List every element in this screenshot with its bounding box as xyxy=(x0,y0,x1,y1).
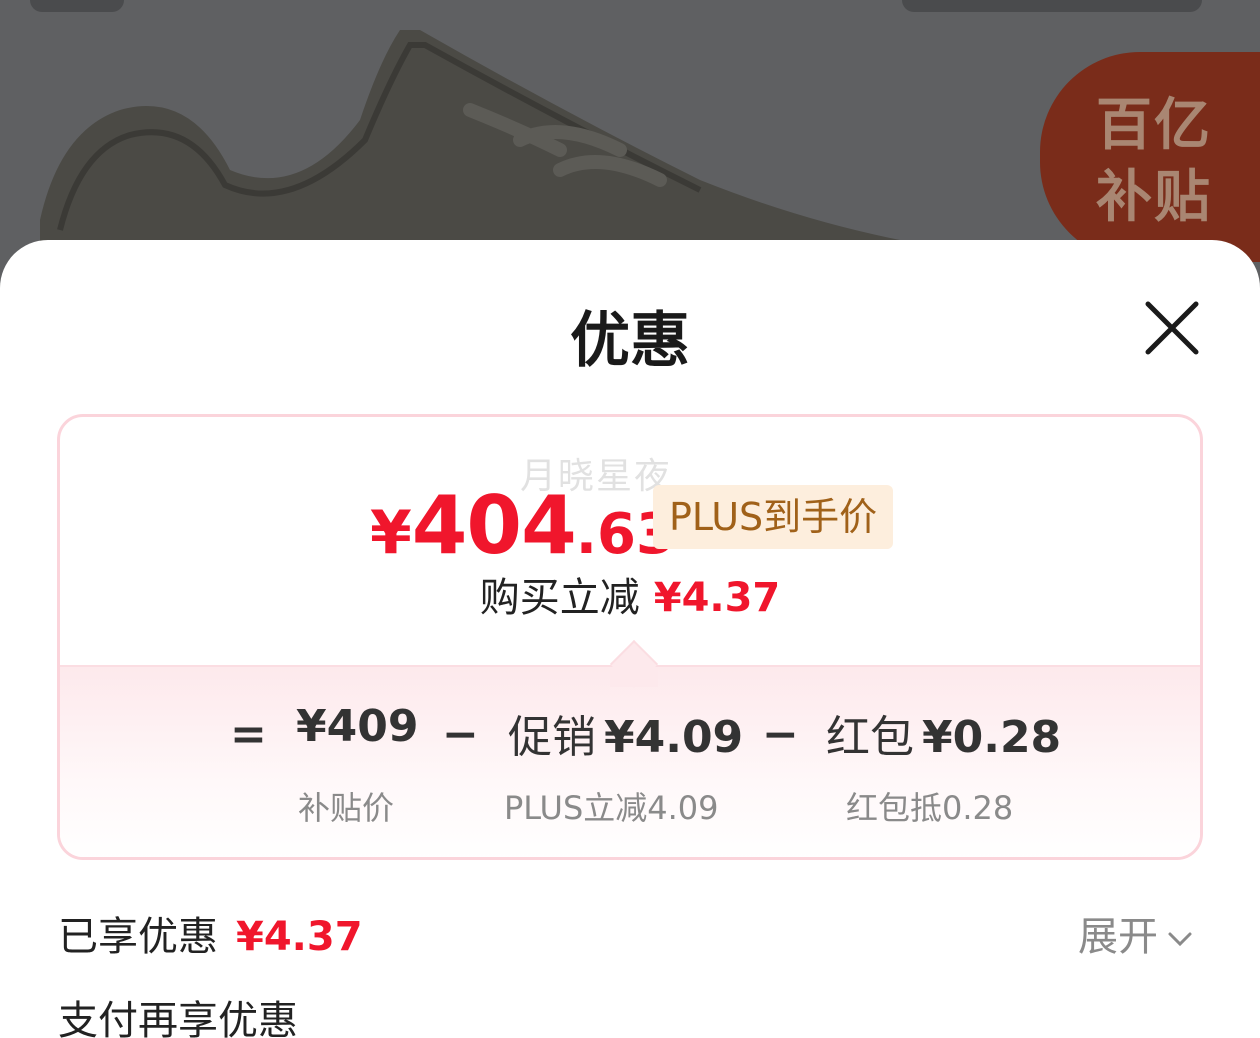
minus-sign-1: − xyxy=(442,709,479,760)
enjoyed-discount-row: 已享优惠 ¥4.37 xyxy=(58,904,363,962)
chevron-down-icon xyxy=(1168,932,1192,947)
plus-price-tag: PLUS到手价 xyxy=(653,485,894,549)
promo-label: PLUS立减4.09 xyxy=(504,789,719,827)
final-price-currency: ¥ xyxy=(370,498,412,568)
close-button[interactable] xyxy=(1140,296,1204,360)
top-right-toolbar[interactable] xyxy=(902,0,1202,12)
redpack-amount: 红包 ¥0.28 xyxy=(826,701,1061,765)
discount-sheet: 优惠 月晓星夜 ¥404.63 PLUS到手价 购买立减 ¥4.37 = ¥409… xyxy=(0,240,1260,1038)
sheet-title: 优惠 xyxy=(570,306,690,376)
price-card: 月晓星夜 ¥404.63 PLUS到手价 购买立减 ¥4.37 = ¥409 补贴… xyxy=(57,414,1203,860)
enjoyed-discount-label: 已享优惠 xyxy=(58,914,218,960)
final-price-row: ¥404.63 PLUS到手价 xyxy=(60,479,1200,572)
expand-label: 展开 xyxy=(1078,914,1158,960)
subsidy-badge: 百亿 补贴 xyxy=(1040,52,1260,262)
final-price: ¥404.63 xyxy=(370,479,675,572)
subsidy-badge-line1: 百亿 xyxy=(1096,93,1212,158)
minus-sign-2: − xyxy=(762,709,799,760)
close-icon xyxy=(1145,301,1199,355)
redpack-value: ¥0.28 xyxy=(922,712,1062,763)
final-price-integer: 404 xyxy=(411,479,577,572)
subsidy-badge-line2: 补贴 xyxy=(1096,165,1212,230)
enjoyed-discount-amount: ¥4.37 xyxy=(236,914,363,960)
promo-prefix: 促销 xyxy=(508,712,596,763)
purchase-reduce-amount: ¥4.37 xyxy=(653,575,781,621)
base-label: 补贴价 xyxy=(298,789,395,827)
equals-sign: = xyxy=(230,709,267,760)
promo-amount: 促销 ¥4.09 xyxy=(508,701,743,765)
pay-discount-row: 支付再享优惠 xyxy=(58,998,298,1038)
base-amount: ¥409 xyxy=(296,701,419,752)
purchase-reduce-row: 购买立减 ¥4.37 xyxy=(60,565,1200,623)
redpack-label: 红包抵0.28 xyxy=(846,789,1014,827)
expand-button[interactable]: 展开 xyxy=(1078,904,1194,962)
redpack-prefix: 红包 xyxy=(826,712,914,763)
purchase-reduce-label: 购买立减 xyxy=(479,575,640,621)
promo-value: ¥4.09 xyxy=(604,712,744,763)
